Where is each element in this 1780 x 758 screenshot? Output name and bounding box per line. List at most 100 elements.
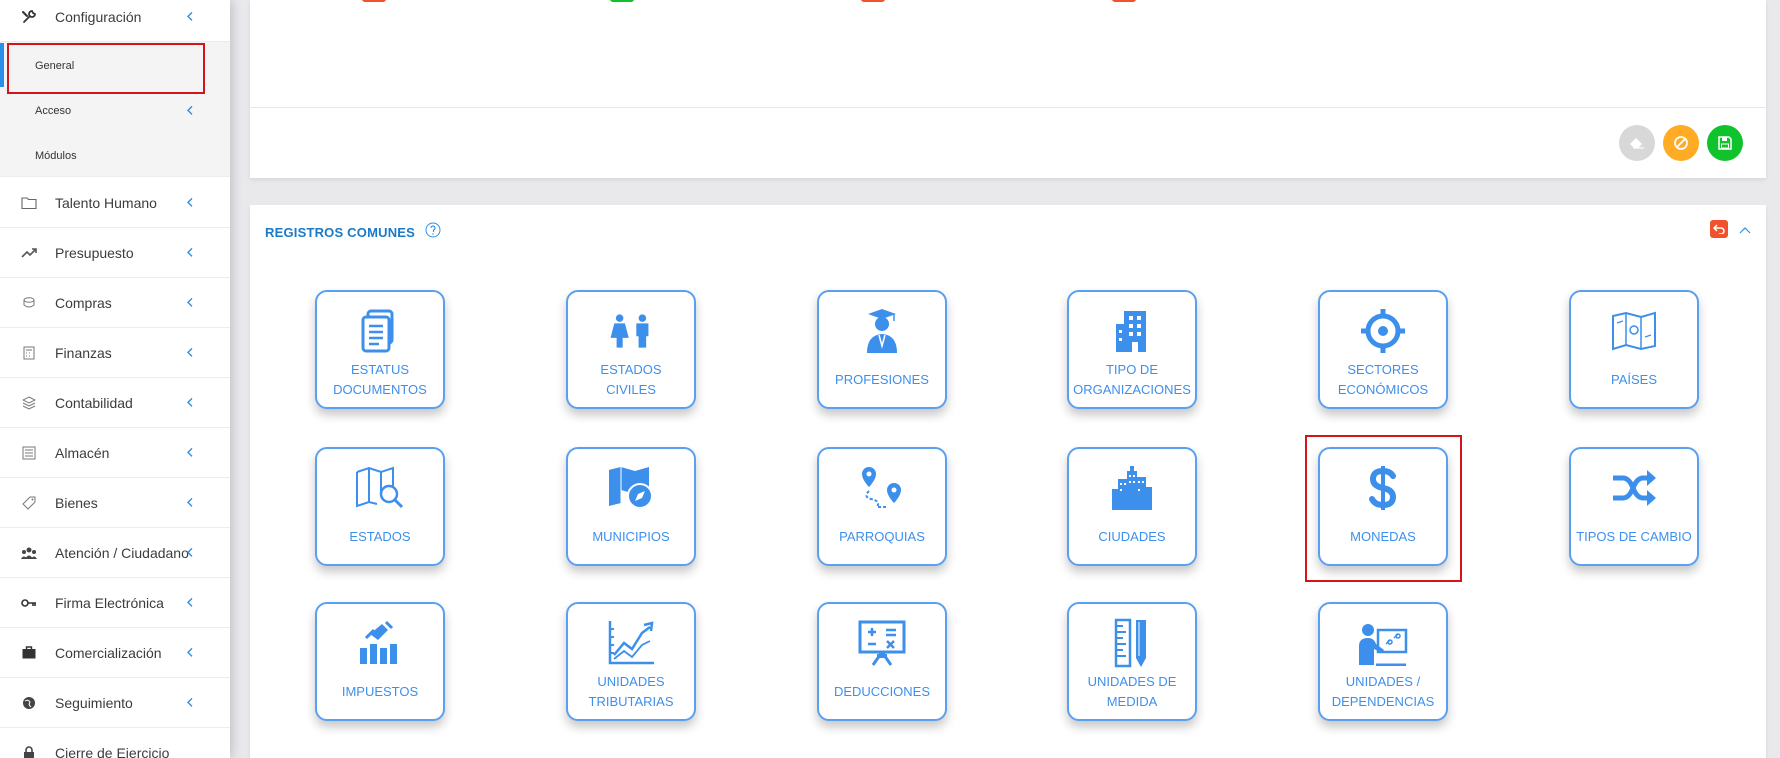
tile-sectores-economicos[interactable]: SECTORES ECONÓMICOS bbox=[1318, 290, 1448, 409]
tile-label: ESTADOS bbox=[349, 529, 411, 544]
sidebar-item-label: Bienes bbox=[55, 494, 98, 511]
layers-icon bbox=[20, 394, 38, 412]
sidebar-item-firma-electronica[interactable]: Firma Electrónica bbox=[0, 578, 230, 628]
sidebar-item-label: Comercialización bbox=[55, 644, 162, 661]
submenu-item-general[interactable]: General bbox=[0, 44, 230, 88]
coins-icon bbox=[20, 294, 38, 312]
tile-label: UNIDADES TRIBUTARIAS bbox=[588, 674, 674, 709]
tile-impuestos[interactable]: IMPUESTOS bbox=[315, 602, 445, 721]
tile-tipo-organizaciones[interactable]: TIPO DE ORGANIZACIONES bbox=[1067, 290, 1197, 409]
users-icon bbox=[20, 544, 38, 562]
sidebar-item-label: Presupuesto bbox=[55, 244, 134, 261]
sidebar-item-cierre-ejercicio[interactable]: Cierre de Ejercicio bbox=[0, 728, 230, 758]
submenu-item-modulos[interactable]: Módulos bbox=[0, 134, 230, 178]
submenu-configuracion: General Acceso Módulos bbox=[0, 42, 230, 177]
couple-icon bbox=[606, 308, 656, 354]
route-pins-icon bbox=[857, 465, 907, 511]
submenu-item-label: Módulos bbox=[35, 150, 77, 162]
sidebar-item-atencion-ciudadano[interactable]: Atención / Ciudadano bbox=[0, 528, 230, 578]
chevron-left-icon bbox=[187, 105, 193, 115]
cancel-button[interactable] bbox=[1663, 125, 1699, 161]
chevron-left-icon bbox=[187, 447, 193, 457]
graduate-icon bbox=[857, 308, 907, 354]
sidebar-item-talento-humano[interactable]: Talento Humano bbox=[0, 178, 230, 228]
cut-off-element bbox=[362, 0, 386, 2]
trending-up-icon bbox=[20, 244, 38, 262]
chevron-up-icon[interactable] bbox=[1739, 225, 1751, 235]
registros-comunes-panel: REGISTROS COMUNES ESTATUS DOCUMENTOS EST… bbox=[250, 205, 1766, 758]
tile-deducciones[interactable]: DEDUCCIONES bbox=[817, 602, 947, 721]
help-icon[interactable] bbox=[425, 222, 441, 238]
document-icon bbox=[355, 308, 405, 354]
cancel-icon bbox=[1674, 136, 1688, 150]
submenu-item-acceso[interactable]: Acceso bbox=[0, 89, 230, 133]
tile-paises[interactable]: PAÍSES bbox=[1569, 290, 1699, 409]
tile-label: TIPO DE ORGANIZACIONES bbox=[1073, 362, 1191, 397]
back-button[interactable] bbox=[1710, 220, 1728, 238]
panel-title: REGISTROS COMUNES bbox=[265, 225, 416, 240]
presenter-icon bbox=[1358, 620, 1408, 666]
tile-municipios[interactable]: MUNICIPIOS bbox=[566, 447, 696, 566]
clear-button[interactable] bbox=[1619, 125, 1655, 161]
tile-tipos-de-cambio[interactable]: TIPOS DE CAMBIO bbox=[1569, 447, 1699, 566]
chevron-left-icon bbox=[187, 347, 193, 357]
sidebar-item-compras[interactable]: Compras bbox=[0, 278, 230, 328]
tile-estados[interactable]: ESTADOS bbox=[315, 447, 445, 566]
divider bbox=[250, 107, 1766, 108]
cut-off-element bbox=[610, 0, 634, 2]
tile-unidades-de-medida[interactable]: UNIDADES DE MEDIDA bbox=[1067, 602, 1197, 721]
sidebar-item-bienes[interactable]: Bienes bbox=[0, 478, 230, 528]
tile-estados-civiles[interactable]: ESTADOS CIVILES bbox=[566, 290, 696, 409]
cut-off-element bbox=[861, 0, 885, 2]
sidebar-item-label: Atención / Ciudadano bbox=[55, 544, 189, 561]
sidebar-item-label: Compras bbox=[55, 294, 112, 311]
chevron-left-icon bbox=[187, 247, 193, 257]
sidebar-item-contabilidad[interactable]: Contabilidad bbox=[0, 378, 230, 428]
chevron-left-icon bbox=[187, 497, 193, 507]
sidebar-item-almacen[interactable]: Almacén bbox=[0, 428, 230, 478]
tile-estatus-documentos[interactable]: ESTATUS DOCUMENTOS bbox=[315, 290, 445, 409]
sidebar-item-label: Talento Humano bbox=[55, 194, 157, 211]
tile-label: ESTADOS CIVILES bbox=[600, 362, 662, 397]
sidebar-item-label: Finanzas bbox=[55, 344, 112, 361]
sidebar-item-comercializacion[interactable]: Comercialización bbox=[0, 628, 230, 678]
tile-ciudades[interactable]: CIUDADES bbox=[1067, 447, 1197, 566]
submenu-item-label: General bbox=[35, 60, 75, 72]
sidebar-item-presupuesto[interactable]: Presupuesto bbox=[0, 228, 230, 278]
top-panel bbox=[250, 0, 1766, 178]
tile-unidades-tributarias[interactable]: UNIDADES TRIBUTARIAS bbox=[566, 602, 696, 721]
lock-icon bbox=[20, 744, 38, 758]
sidebar-item-finanzas[interactable]: Finanzas bbox=[0, 328, 230, 378]
sidebar-item-seguimiento[interactable]: Seguimiento bbox=[0, 678, 230, 728]
tile-label: IMPUESTOS bbox=[341, 684, 419, 699]
tools-icon bbox=[20, 8, 38, 26]
tag-icon bbox=[20, 494, 38, 512]
tile-unidades-dependencias[interactable]: UNIDADES / DEPENDENCIAS bbox=[1318, 602, 1448, 721]
tile-label: PAÍSES bbox=[1610, 372, 1657, 387]
tile-label: MONEDAS bbox=[1350, 529, 1416, 544]
tile-label: DEDUCCIONES bbox=[833, 684, 931, 699]
tile-label: UNIDADES / DEPENDENCIAS bbox=[1331, 674, 1435, 709]
save-button[interactable] bbox=[1707, 125, 1743, 161]
tile-parroquias[interactable]: PARROQUIAS bbox=[817, 447, 947, 566]
archive-icon bbox=[20, 444, 38, 462]
tile-label: TIPOS DE CAMBIO bbox=[1576, 529, 1692, 544]
sidebar-item-label: Seguimiento bbox=[55, 694, 133, 711]
calculator-icon bbox=[20, 344, 38, 362]
chevron-left-icon bbox=[187, 547, 193, 557]
city-icon bbox=[1107, 465, 1157, 511]
world-map-icon bbox=[1609, 308, 1659, 354]
tile-monedas[interactable]: MONEDAS bbox=[1318, 447, 1448, 566]
globe-icon bbox=[20, 694, 38, 712]
tile-label: CIUDADES bbox=[1098, 529, 1166, 544]
sidebar-item-label: Contabilidad bbox=[55, 394, 133, 411]
undo-icon bbox=[1713, 224, 1725, 234]
tile-profesiones[interactable]: PROFESIONES bbox=[817, 290, 947, 409]
chevron-left-icon bbox=[187, 697, 193, 707]
briefcase-icon bbox=[20, 644, 38, 662]
sidebar-item-configuracion[interactable]: Configuración bbox=[0, 0, 230, 42]
tile-label: MUNICIPIOS bbox=[592, 529, 670, 544]
submenu-item-label: Acceso bbox=[35, 105, 72, 117]
chevron-left-icon bbox=[187, 197, 193, 207]
map-compass-icon bbox=[606, 465, 656, 511]
